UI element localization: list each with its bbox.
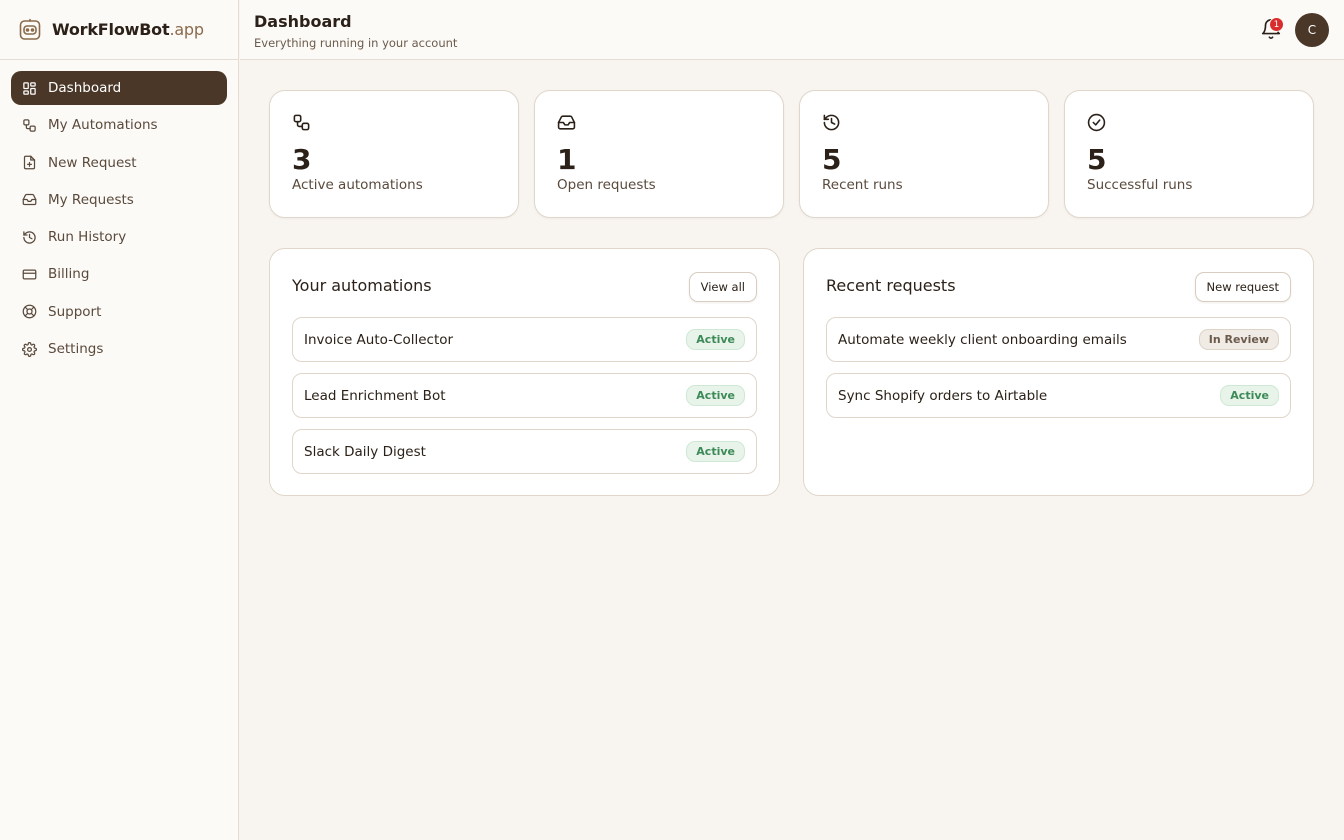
brand[interactable]: WorkFlowBot.app: [0, 0, 238, 60]
grid-icon: [23, 81, 36, 95]
automation-name: Invoice Auto-Collector: [304, 331, 454, 348]
sidebar-item-label: Settings: [48, 341, 104, 358]
request-name: Automate weekly client onboarding emails: [838, 331, 1127, 348]
sidebar-item-new-request[interactable]: New Request: [11, 146, 227, 180]
sidebar-item-label: My Requests: [48, 191, 134, 208]
file-plus-icon: [23, 155, 36, 170]
panel-title: Recent requests: [826, 276, 956, 295]
sidebar-item-support[interactable]: Support: [11, 295, 227, 329]
stat-value: 5: [822, 143, 842, 176]
stat-value: 1: [557, 143, 577, 176]
sidebar-item-dashboard[interactable]: Dashboard: [11, 71, 227, 105]
sidebar-item-label: Billing: [48, 266, 90, 283]
stat-label: Active automations: [292, 177, 423, 193]
stat-card-open-requests: 1 Open requests: [534, 90, 784, 218]
status-badge: Active: [686, 385, 745, 406]
sidebar-nav: Dashboard My Automations New Request My …: [0, 60, 238, 366]
list-item[interactable]: Sync Shopify orders to Airtable Active: [826, 373, 1291, 418]
history-icon: [823, 114, 840, 131]
sidebar-item-run-history[interactable]: Run History: [11, 220, 227, 254]
check-circle-icon: [1087, 113, 1106, 132]
brand-name: WorkFlowBot.app: [52, 20, 204, 39]
automations-panel: Your automations View all Invoice Auto-C…: [269, 248, 780, 496]
stat-card-active-automations: 3 Active automations: [269, 90, 519, 218]
avatar[interactable]: C: [1295, 13, 1329, 47]
status-badge: Active: [686, 329, 745, 350]
sidebar: WorkFlowBot.app Dashboard My Automations…: [0, 0, 239, 840]
sidebar-item-settings[interactable]: Settings: [11, 332, 227, 366]
sidebar-item-label: New Request: [48, 154, 137, 171]
automation-name: Slack Daily Digest: [304, 443, 426, 460]
sidebar-item-my-automations[interactable]: My Automations: [11, 108, 227, 142]
sidebar-item-label: Dashboard: [48, 80, 122, 96]
stat-value: 5: [1087, 143, 1107, 176]
stat-card-recent-runs: 5 Recent runs: [799, 90, 1049, 218]
stat-card-successful-runs: 5 Successful runs: [1064, 90, 1314, 218]
requests-panel: Recent requests New request Automate wee…: [803, 248, 1314, 496]
status-badge: Active: [686, 441, 745, 462]
inbox-icon: [557, 115, 576, 130]
list-item[interactable]: Lead Enrichment Bot Active: [292, 373, 757, 418]
panel-title: Your automations: [292, 276, 432, 295]
top-header: Dashboard Everything running in your acc…: [240, 0, 1344, 60]
automation-name: Lead Enrichment Bot: [304, 387, 446, 404]
robot-logo-icon: [19, 18, 41, 40]
credit-card-icon: [22, 269, 37, 280]
status-badge: In Review: [1198, 329, 1279, 350]
view-all-button[interactable]: View all: [688, 272, 757, 302]
page-subtitle: Everything running in your account: [254, 36, 458, 50]
workflow-icon: [293, 114, 310, 131]
history-icon: [23, 230, 36, 244]
list-item[interactable]: Slack Daily Digest Active: [292, 429, 757, 474]
inbox-icon: [22, 194, 37, 206]
gear-icon: [22, 341, 37, 357]
new-request-button[interactable]: New request: [1194, 272, 1291, 302]
list-item[interactable]: Invoice Auto-Collector Active: [292, 317, 757, 362]
stat-label: Recent runs: [822, 177, 903, 193]
workflow-icon: [23, 119, 36, 132]
sidebar-item-label: Run History: [48, 229, 127, 246]
sidebar-item-my-requests[interactable]: My Requests: [11, 183, 227, 217]
status-badge: Active: [1220, 385, 1279, 406]
sidebar-item-label: My Automations: [48, 117, 158, 134]
lifebuoy-icon: [22, 304, 37, 319]
list-item[interactable]: Automate weekly client onboarding emails…: [826, 317, 1291, 362]
sidebar-item-billing[interactable]: Billing: [11, 257, 227, 291]
page-title: Dashboard: [254, 12, 352, 31]
stat-label: Open requests: [557, 177, 656, 193]
request-name: Sync Shopify orders to Airtable: [838, 387, 1048, 404]
sidebar-item-label: Support: [48, 303, 102, 320]
notification-badge: 1: [1269, 17, 1284, 32]
stat-value: 3: [292, 143, 312, 176]
stat-label: Successful runs: [1087, 177, 1193, 193]
